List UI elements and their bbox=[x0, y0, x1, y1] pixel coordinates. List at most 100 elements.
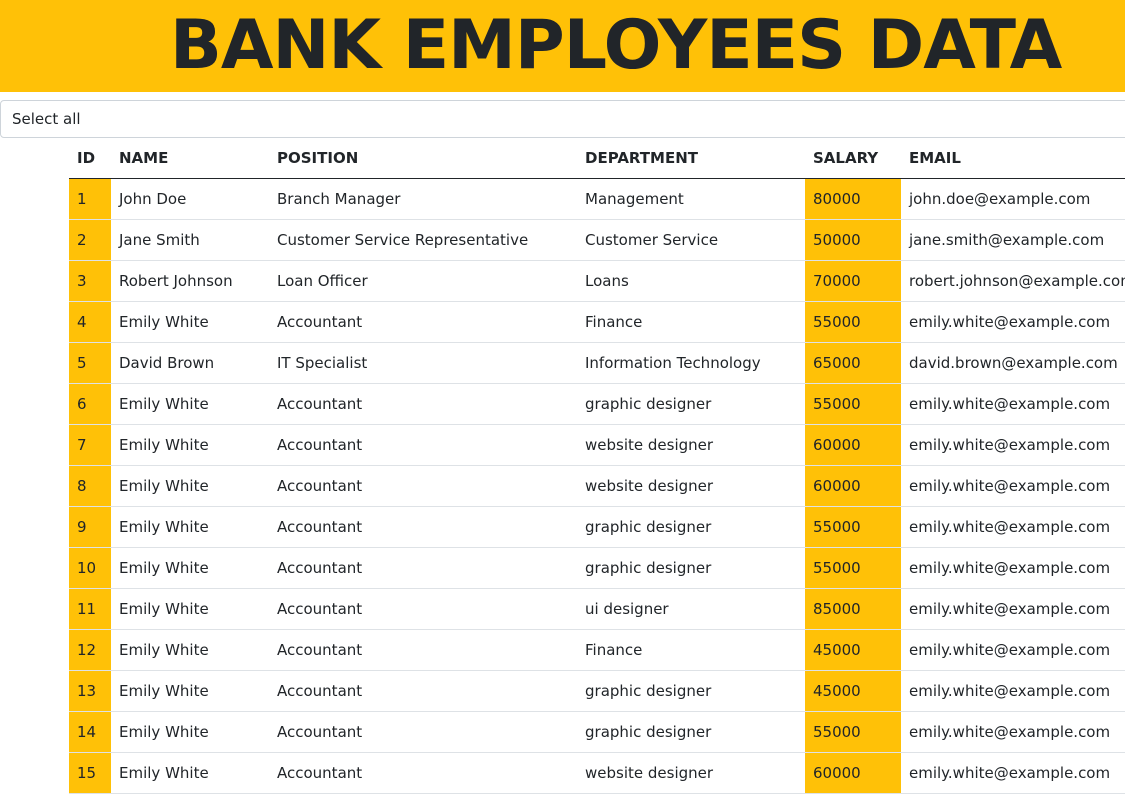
cell-salary: 70000 bbox=[805, 260, 901, 302]
cell-name: Emily White bbox=[111, 547, 269, 589]
cell-name: John Doe bbox=[111, 178, 269, 220]
cell-email: emily.white@example.com bbox=[901, 383, 1125, 425]
column-header-id[interactable]: ID bbox=[69, 138, 111, 179]
cell-salary: 55000 bbox=[805, 506, 901, 548]
cell-name: Emily White bbox=[111, 711, 269, 753]
column-header-email[interactable]: EMAIL bbox=[901, 138, 1125, 179]
cell-email: emily.white@example.com bbox=[901, 629, 1125, 671]
employees-table-container: ID NAME POSITION DEPARTMENT SALARY EMAIL… bbox=[69, 138, 1125, 794]
cell-email: emily.white@example.com bbox=[901, 588, 1125, 630]
table-row[interactable]: 12 Emily White Accountant Finance 45000 emily… bbox=[69, 629, 1125, 671]
cell-department: graphic designer bbox=[577, 670, 805, 712]
cell-id: 1 bbox=[69, 178, 111, 220]
cell-department: graphic designer bbox=[577, 711, 805, 753]
cell-id: 8 bbox=[69, 465, 111, 507]
cell-salary: 60000 bbox=[805, 465, 901, 507]
cell-name: Emily White bbox=[111, 670, 269, 712]
cell-name: Emily White bbox=[111, 629, 269, 671]
table-row[interactable]: 4 Emily White Accountant Finance 55000 emily.… bbox=[69, 301, 1125, 343]
cell-email: jane.smith@example.com bbox=[901, 219, 1125, 261]
cell-department: graphic designer bbox=[577, 506, 805, 548]
cell-department: ui designer bbox=[577, 588, 805, 630]
cell-id: 2 bbox=[69, 219, 111, 261]
table-row[interactable]: 9 Emily White Accountant graphic designer 55… bbox=[69, 506, 1125, 548]
cell-email: emily.white@example.com bbox=[901, 506, 1125, 548]
cell-position: Accountant bbox=[269, 711, 577, 753]
cell-salary: 85000 bbox=[805, 588, 901, 630]
select-all-dropdown[interactable]: Select all bbox=[0, 100, 1125, 138]
header-row: ID NAME POSITION DEPARTMENT SALARY EMAIL bbox=[69, 138, 1125, 179]
column-header-department[interactable]: DEPARTMENT bbox=[577, 138, 805, 179]
page-title: BANK EMPLOYEES DATA bbox=[170, 6, 1062, 85]
cell-salary: 55000 bbox=[805, 383, 901, 425]
cell-position: Accountant bbox=[269, 506, 577, 548]
cell-position: Branch Manager bbox=[269, 178, 577, 220]
cell-salary: 80000 bbox=[805, 178, 901, 220]
cell-name: Emily White bbox=[111, 424, 269, 466]
table-row[interactable]: 8 Emily White Accountant website designer 60… bbox=[69, 465, 1125, 507]
cell-position: Accountant bbox=[269, 383, 577, 425]
cell-salary: 45000 bbox=[805, 629, 901, 671]
cell-salary: 60000 bbox=[805, 752, 901, 794]
cell-position: Accountant bbox=[269, 588, 577, 630]
cell-id: 13 bbox=[69, 670, 111, 712]
cell-department: Finance bbox=[577, 629, 805, 671]
cell-position: Accountant bbox=[269, 465, 577, 507]
table-row[interactable]: 1 John Doe Branch Manager Management 80000 jo… bbox=[69, 178, 1125, 220]
cell-email: emily.white@example.com bbox=[901, 547, 1125, 589]
table-row[interactable]: 10 Emily White Accountant graphic designer 5… bbox=[69, 547, 1125, 589]
cell-email: emily.white@example.com bbox=[901, 670, 1125, 712]
cell-id: 11 bbox=[69, 588, 111, 630]
cell-name: Emily White bbox=[111, 301, 269, 343]
cell-position: Customer Service Representative bbox=[269, 219, 577, 261]
cell-department: Finance bbox=[577, 301, 805, 343]
cell-position: Accountant bbox=[269, 301, 577, 343]
cell-position: Accountant bbox=[269, 752, 577, 794]
table-row[interactable]: 15 Emily White Accountant website designer 6… bbox=[69, 752, 1125, 794]
cell-id: 3 bbox=[69, 260, 111, 302]
cell-id: 9 bbox=[69, 506, 111, 548]
cell-position: Loan Officer bbox=[269, 260, 577, 302]
cell-department: Management bbox=[577, 178, 805, 220]
cell-name: Emily White bbox=[111, 506, 269, 548]
cell-salary: 45000 bbox=[805, 670, 901, 712]
table-row[interactable]: 6 Emily White Accountant graphic designer 55… bbox=[69, 383, 1125, 425]
table-body: 1 John Doe Branch Manager Management 80000 jo… bbox=[69, 178, 1125, 794]
column-header-name[interactable]: NAME bbox=[111, 138, 269, 179]
cell-email: emily.white@example.com bbox=[901, 424, 1125, 466]
cell-name: Robert Johnson bbox=[111, 260, 269, 302]
cell-position: Accountant bbox=[269, 424, 577, 466]
cell-name: Jane Smith bbox=[111, 219, 269, 261]
cell-email: robert.johnson@example.com bbox=[901, 260, 1125, 302]
column-header-salary[interactable]: SALARY bbox=[805, 138, 901, 179]
cell-salary: 55000 bbox=[805, 711, 901, 753]
table-row[interactable]: 3 Robert Johnson Loan Officer Loans 70000 rob… bbox=[69, 260, 1125, 302]
employees-table: ID NAME POSITION DEPARTMENT SALARY EMAIL… bbox=[69, 138, 1125, 794]
table-row[interactable]: 13 Emily White Accountant graphic designer 4… bbox=[69, 670, 1125, 712]
cell-position: IT Specialist bbox=[269, 342, 577, 384]
cell-name: Emily White bbox=[111, 752, 269, 794]
cell-department: website designer bbox=[577, 752, 805, 794]
cell-id: 10 bbox=[69, 547, 111, 589]
cell-position: Accountant bbox=[269, 670, 577, 712]
table-row[interactable]: 2 Jane Smith Customer Service Representati… bbox=[69, 219, 1125, 261]
cell-email: emily.white@example.com bbox=[901, 752, 1125, 794]
table-row[interactable]: 5 David Brown IT Specialist Information Tec… bbox=[69, 342, 1125, 384]
cell-salary: 60000 bbox=[805, 424, 901, 466]
table-row[interactable]: 14 Emily White Accountant graphic designer 5… bbox=[69, 711, 1125, 753]
column-header-position[interactable]: POSITION bbox=[269, 138, 577, 179]
select-all-label: Select all bbox=[12, 110, 81, 128]
cell-email: david.brown@example.com bbox=[901, 342, 1125, 384]
cell-department: graphic designer bbox=[577, 547, 805, 589]
cell-department: Customer Service bbox=[577, 219, 805, 261]
cell-email: emily.white@example.com bbox=[901, 711, 1125, 753]
cell-salary: 55000 bbox=[805, 547, 901, 589]
table-row[interactable]: 7 Emily White Accountant website designer 60… bbox=[69, 424, 1125, 466]
cell-department: Information Technology bbox=[577, 342, 805, 384]
cell-position: Accountant bbox=[269, 629, 577, 671]
cell-id: 4 bbox=[69, 301, 111, 343]
cell-name: David Brown bbox=[111, 342, 269, 384]
cell-department: graphic designer bbox=[577, 383, 805, 425]
table-row[interactable]: 11 Emily White Accountant ui designer 85000 e… bbox=[69, 588, 1125, 630]
cell-department: website designer bbox=[577, 465, 805, 507]
